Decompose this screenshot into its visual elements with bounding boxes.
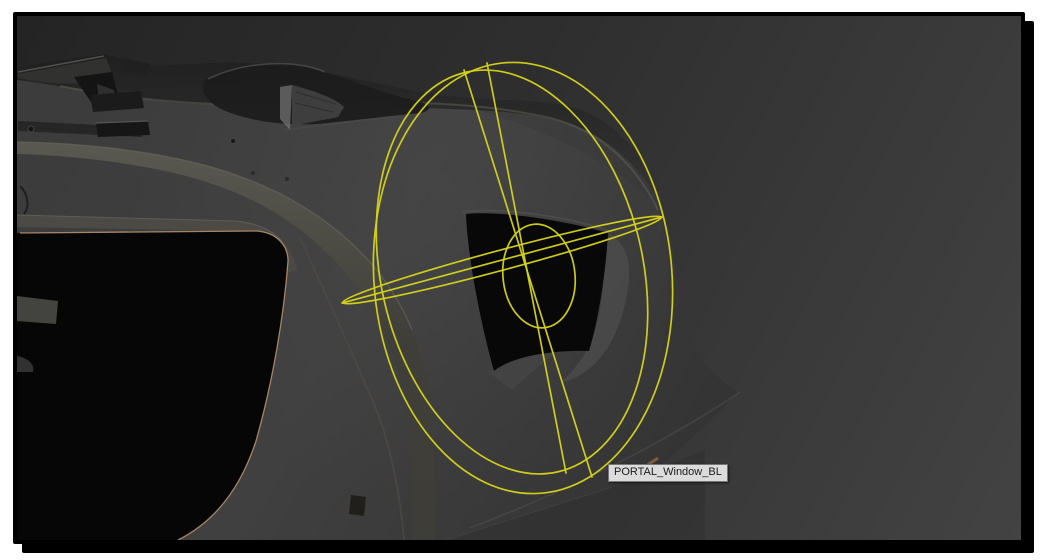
rivet-icon [251, 171, 255, 175]
rivet-icon [27, 125, 35, 133]
viewport-canvas[interactable] [17, 16, 1021, 540]
viewport-window [13, 12, 1025, 544]
page-background: PORTAL_Window_BL [0, 0, 1040, 560]
rivet-icon [230, 138, 236, 144]
object-name-tooltip: PORTAL_Window_BL [608, 464, 728, 482]
rivet-icon [285, 177, 289, 181]
object-name-text: PORTAL_Window_BL [614, 466, 722, 478]
